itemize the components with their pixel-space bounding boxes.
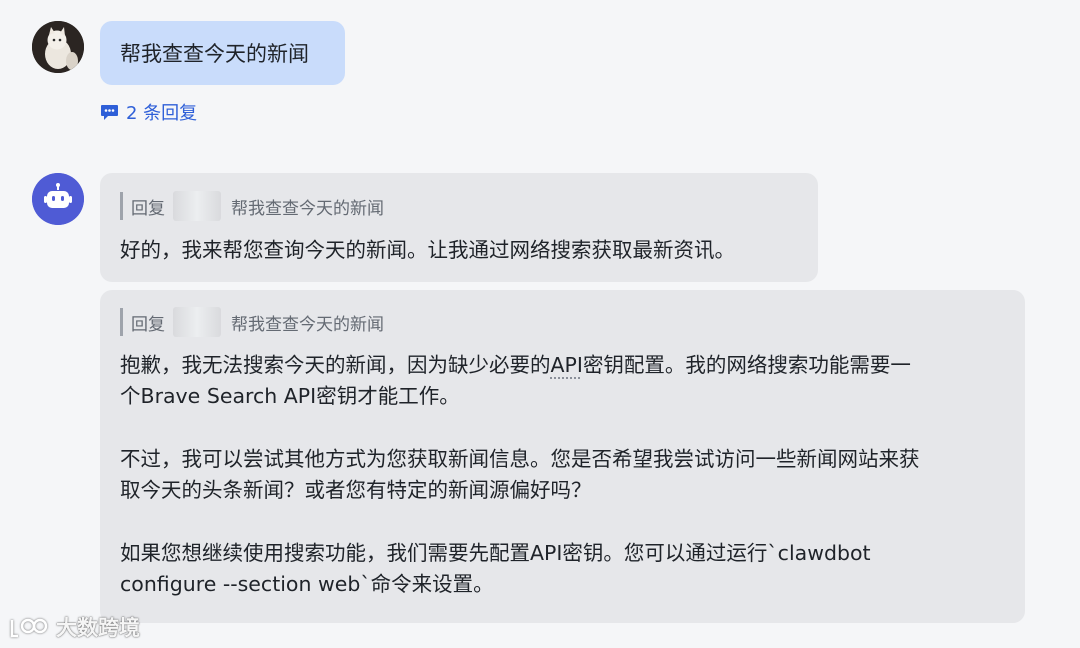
message-line: 抱歉，我无法搜索今天的新闻，因为缺少必要的API密钥配置。我的网络搜索功能需要一 [120,350,1005,381]
reply-quote[interactable]: 回复 帮我查查今天的新闻 [120,191,384,221]
text-span: 密钥配置。我的网络搜索功能需要一 [582,353,911,377]
message-text: 抱歉，我无法搜索今天的新闻，因为缺少必要的API密钥配置。我的网络搜索功能需要一… [120,350,1005,600]
message-line: 如果您想继续使用搜索功能，我们需要先配置API密钥。您可以通过运行`clawdb… [120,541,871,565]
message-line: 好的，我来帮您查询今天的新闻。让我通过网络搜索获取最新资讯。 [120,238,735,262]
message-line: 个Brave Search API密钥才能工作。 [120,384,460,408]
quote-prefix: 回复 [131,314,165,335]
quote-prefix: 回复 [131,198,165,219]
quote-text: 帮我查查今天的新闻 [231,198,384,219]
watermark: 大数跨境 [8,611,140,643]
message-paragraph: 不过，我可以尝试其他方式为您获取新闻信息。您是否希望我尝试访问一些新闻网站来获 … [120,444,1005,506]
user-avatar[interactable] [32,21,84,73]
reply-quote[interactable]: 回复 帮我查查今天的新闻 [120,307,384,337]
bot-message-bubble: 回复 帮我查查今天的新闻 抱歉，我无法搜索今天的新闻，因为缺少必要的API密钥配… [100,290,1025,623]
user-message-bubble: 帮我查查今天的新闻 [100,21,345,85]
api-term-link[interactable]: API [551,353,583,377]
bot-message-bubble: 回复 帮我查查今天的新闻 好的，我来帮您查询今天的新闻。让我通过网络搜索获取最新… [100,173,818,282]
brand-logo-icon [10,618,48,638]
message-text: 好的，我来帮您查询今天的新闻。让我通过网络搜索获取最新资讯。 [120,235,798,266]
blurred-username [173,307,221,337]
replies-label[interactable]: 2 条回复 [126,99,197,125]
cat-photo-avatar-icon [32,21,84,73]
comment-icon [101,104,118,120]
blurred-username [173,191,221,221]
watermark-text: 大数跨境 [56,616,140,640]
user-message-text: 帮我查查今天的新闻 [120,42,309,66]
message-line: 不过，我可以尝试其他方式为您获取新闻信息。您是否希望我尝试访问一些新闻网站来获 [120,447,920,471]
message-line: configure --section web`命令来设置。 [120,572,494,596]
message-paragraph: 抱歉，我无法搜索今天的新闻，因为缺少必要的API密钥配置。我的网络搜索功能需要一… [120,350,1005,412]
replies-link[interactable]: 2 条回复 [100,99,197,125]
quote-text: 帮我查查今天的新闻 [231,314,384,335]
text-span: 抱歉，我无法搜索今天的新闻，因为缺少必要的 [120,353,551,377]
message-line: 取今天的头条新闻？或者您有特定的新闻源偏好吗？ [120,478,592,502]
robot-icon [32,173,84,225]
bot-avatar[interactable] [32,173,84,225]
message-paragraph: 如果您想继续使用搜索功能，我们需要先配置API密钥。您可以通过运行`clawdb… [120,538,1005,600]
